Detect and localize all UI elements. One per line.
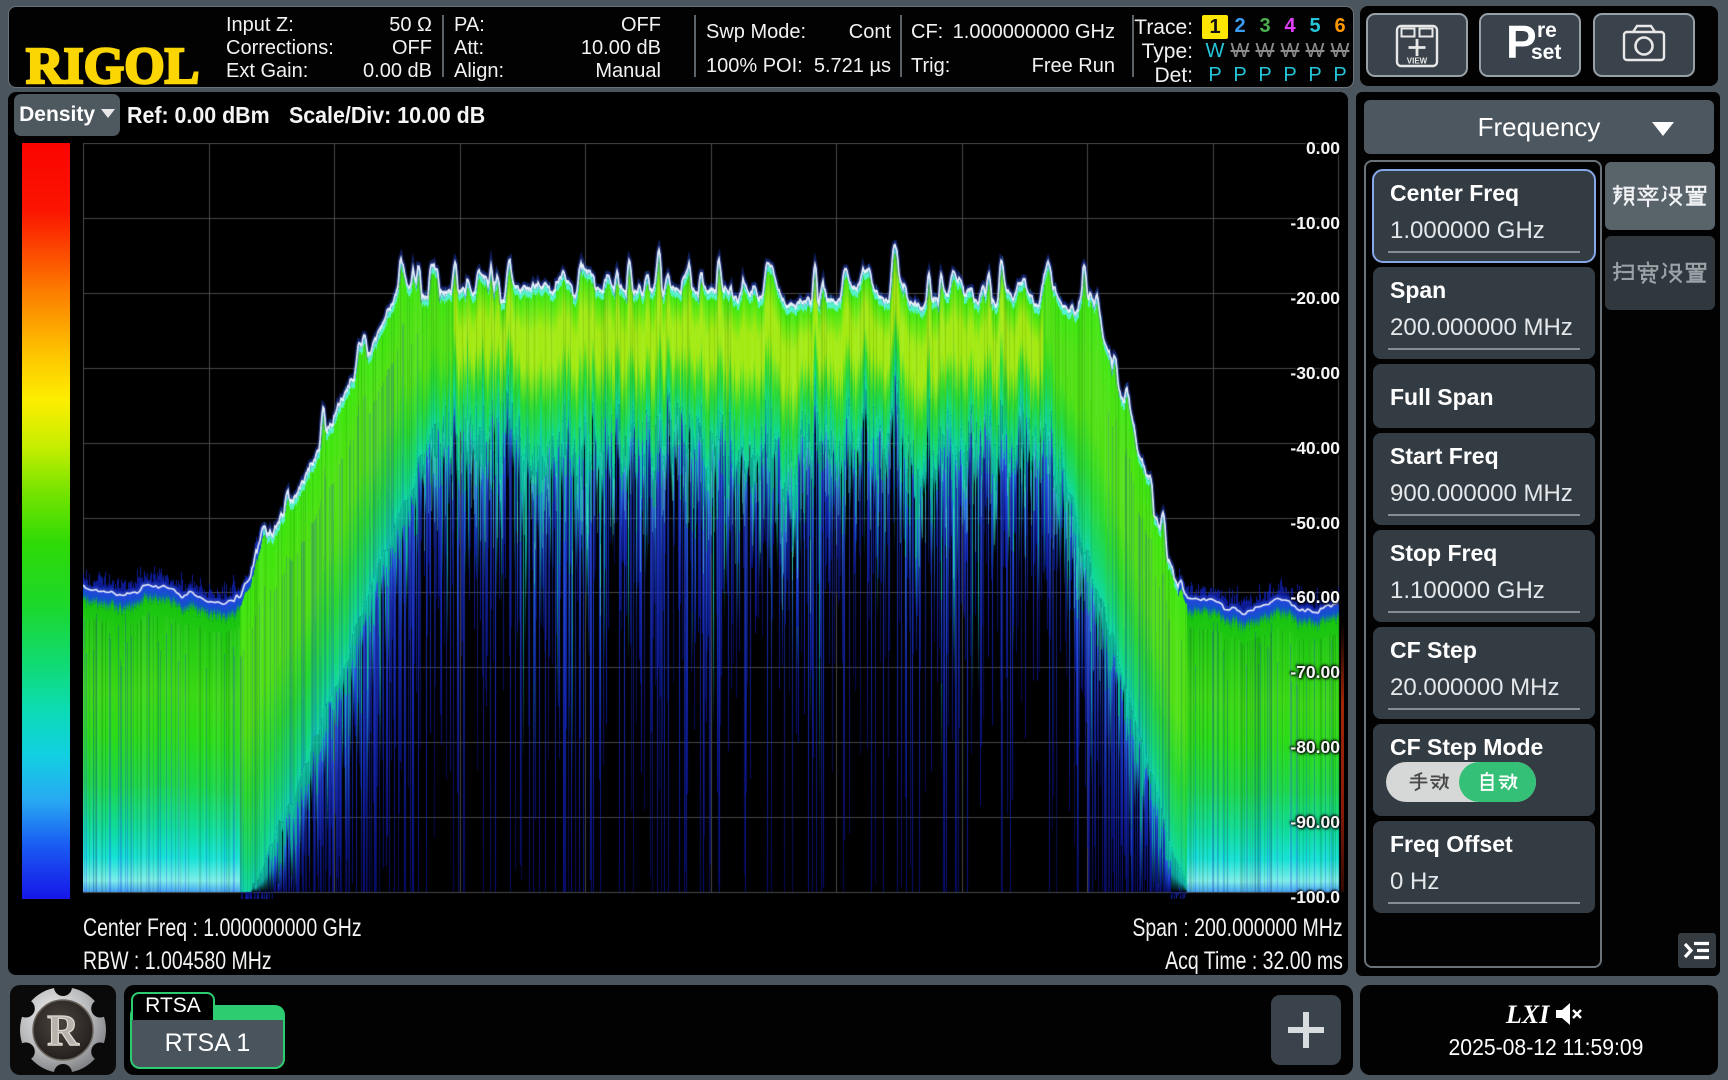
svg-text:R: R <box>47 1006 80 1055</box>
svg-text:VIEW: VIEW <box>1407 57 1428 66</box>
